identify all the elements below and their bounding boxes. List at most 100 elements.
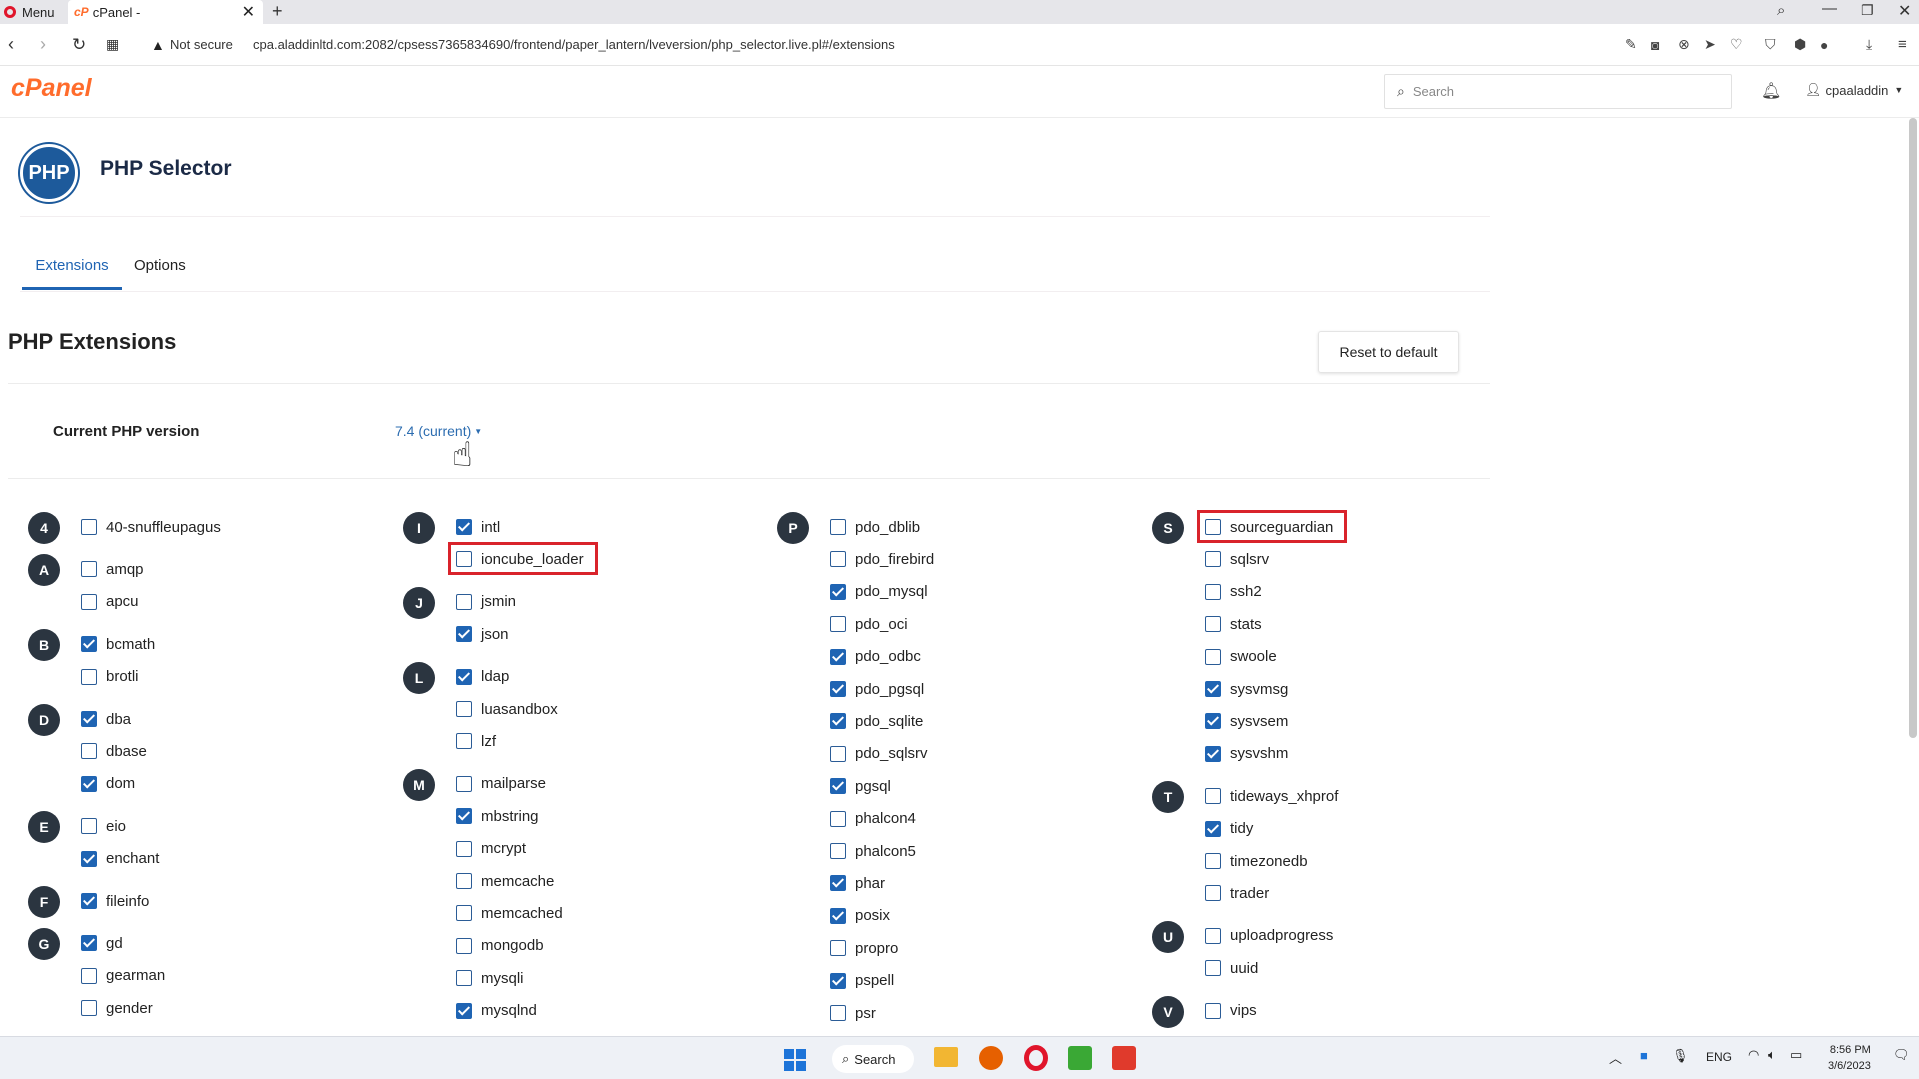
extension-checkbox[interactable]	[81, 775, 97, 792]
notification-center-icon[interactable]: 🗨︎	[1893, 1047, 1910, 1063]
extension-checkbox[interactable]	[456, 970, 472, 987]
extension-checkbox[interactable]	[830, 648, 846, 665]
opera-icon[interactable]	[1024, 1045, 1048, 1071]
language-indicator[interactable]: ENG	[1706, 1050, 1732, 1064]
browser-menu-button[interactable]: Menu	[4, 0, 62, 24]
extension-checkbox[interactable]	[456, 937, 472, 954]
extension-checkbox[interactable]	[1205, 820, 1221, 837]
url-field[interactable]: cpa.aladdinltd.com:2082/cpsess7365834690…	[253, 37, 895, 52]
extension-checkbox[interactable]	[1205, 1002, 1221, 1019]
extension-checkbox[interactable]	[1205, 583, 1221, 600]
extension-checkbox[interactable]	[81, 561, 97, 578]
extension-item[interactable]: lzf	[456, 729, 496, 753]
extension-item[interactable]: posix	[830, 904, 890, 928]
extension-checkbox[interactable]	[830, 745, 846, 762]
reload-icon[interactable]: ↻	[72, 35, 86, 55]
extension-item[interactable]: brotli	[81, 665, 139, 689]
extension-item[interactable]: amqp	[81, 557, 144, 581]
extension-checkbox[interactable]	[81, 1000, 97, 1017]
tray-app-icon[interactable]: ■	[1640, 1048, 1648, 1063]
volume-icon[interactable]: 🔈︎	[1768, 1047, 1776, 1063]
extension-checkbox[interactable]	[456, 905, 472, 922]
extension-checkbox[interactable]	[456, 873, 472, 889]
extension-item[interactable]: propro	[830, 936, 898, 960]
send-icon[interactable]: ➤	[1704, 36, 1716, 53]
extension-checkbox[interactable]	[81, 935, 97, 952]
battery-icon[interactable]: ▭	[1790, 1047, 1802, 1063]
extension-checkbox[interactable]	[81, 711, 97, 727]
extension-checkbox[interactable]	[830, 940, 846, 957]
cpanel-logo[interactable]: cPanel	[11, 74, 92, 103]
wifi-icon[interactable]: ◠	[1748, 1047, 1759, 1063]
extension-checkbox[interactable]	[81, 636, 97, 653]
extension-item[interactable]: pdo_mysql	[830, 580, 928, 604]
speed-dial-icon[interactable]: ▦	[106, 36, 119, 53]
extension-item[interactable]: bcmath	[81, 632, 155, 656]
extension-item[interactable]: mysqlnd	[456, 999, 537, 1023]
extension-checkbox[interactable]	[1205, 681, 1221, 697]
extension-checkbox[interactable]	[1205, 788, 1221, 805]
page-scrollbar[interactable]	[1909, 118, 1917, 738]
extension-item[interactable]: intl	[456, 515, 500, 539]
extension-checkbox[interactable]	[1205, 745, 1221, 762]
extension-item[interactable]: phar	[830, 871, 885, 895]
extension-item[interactable]: pdo_sqlite	[830, 709, 923, 733]
extension-item[interactable]: dbase	[81, 739, 147, 763]
download-icon[interactable]: ⤓	[1866, 36, 1872, 53]
extension-item[interactable]: pdo_pgsql	[830, 677, 924, 701]
extension-item[interactable]: tidy	[1205, 817, 1253, 841]
extension-checkbox[interactable]	[830, 616, 846, 633]
extension-checkbox[interactable]	[81, 668, 97, 685]
extension-item[interactable]: phalcon4	[830, 807, 916, 831]
extension-item[interactable]: fileinfo	[81, 889, 149, 913]
extension-checkbox[interactable]	[456, 1002, 472, 1019]
extension-checkbox[interactable]	[1205, 551, 1221, 568]
extension-checkbox[interactable]	[830, 810, 846, 827]
extension-checkbox[interactable]	[830, 875, 846, 892]
firefox-icon[interactable]	[979, 1046, 1003, 1070]
camtasia-icon[interactable]	[1068, 1046, 1092, 1070]
notifications-bell-icon[interactable]: 🔔︎	[1761, 81, 1781, 101]
heart-icon[interactable]: ♡	[1730, 36, 1743, 53]
extension-item[interactable]: vips	[1205, 999, 1257, 1023]
extension-checkbox[interactable]	[830, 551, 846, 568]
close-window-icon[interactable]: ✕	[1898, 1, 1911, 21]
extension-item[interactable]: pgsql	[830, 774, 891, 798]
forward-icon[interactable]: ›	[40, 34, 46, 55]
new-tab-icon[interactable]: +	[272, 1, 283, 22]
extension-item[interactable]: sysvshm	[1205, 742, 1288, 766]
extension-checkbox[interactable]	[830, 713, 846, 730]
extension-checkbox[interactable]	[1205, 885, 1221, 902]
extension-item[interactable]: tideways_xhprof	[1205, 784, 1338, 808]
extension-item[interactable]: sqlsrv	[1205, 547, 1269, 571]
browser-tab-cpanel[interactable]: cP cPanel - ✕	[68, 0, 263, 24]
microphone-icon[interactable]: 🎙︎	[1672, 1048, 1689, 1064]
extension-checkbox[interactable]	[456, 668, 472, 685]
extension-item[interactable]: ssh2	[1205, 580, 1262, 604]
block-icon[interactable]: ⊗	[1678, 36, 1690, 53]
extension-checkbox[interactable]	[830, 519, 846, 535]
extension-checkbox[interactable]	[456, 519, 472, 535]
extension-checkbox[interactable]	[456, 701, 472, 717]
extension-checkbox[interactable]	[830, 778, 846, 795]
reset-to-default-button[interactable]: Reset to default	[1318, 331, 1459, 373]
extension-item[interactable]: dom	[81, 772, 135, 796]
extension-item[interactable]: pdo_dblib	[830, 515, 920, 539]
extension-item[interactable]: memcache	[456, 869, 554, 893]
extension-checkbox[interactable]	[81, 593, 97, 610]
security-status[interactable]: Not secure	[170, 37, 233, 52]
windows-start-icon[interactable]	[784, 1049, 806, 1071]
extension-item[interactable]: swoole	[1205, 645, 1277, 669]
extension-checkbox[interactable]	[81, 893, 97, 909]
recorder-icon[interactable]	[1112, 1046, 1136, 1070]
search-input[interactable]: ⌕ Search	[1384, 74, 1732, 109]
extension-checkbox[interactable]	[830, 843, 846, 859]
cube-icon[interactable]: ⬢	[1794, 36, 1806, 53]
extension-item[interactable]: pdo_oci	[830, 612, 908, 636]
extension-item[interactable]: uuid	[1205, 956, 1258, 980]
back-icon[interactable]: ‹	[8, 34, 14, 55]
extension-item[interactable]: enchant	[81, 847, 159, 871]
extension-item[interactable]: timezonedb	[1205, 849, 1308, 873]
extension-checkbox[interactable]	[81, 743, 97, 760]
extension-item[interactable]: mysqli	[456, 966, 524, 990]
